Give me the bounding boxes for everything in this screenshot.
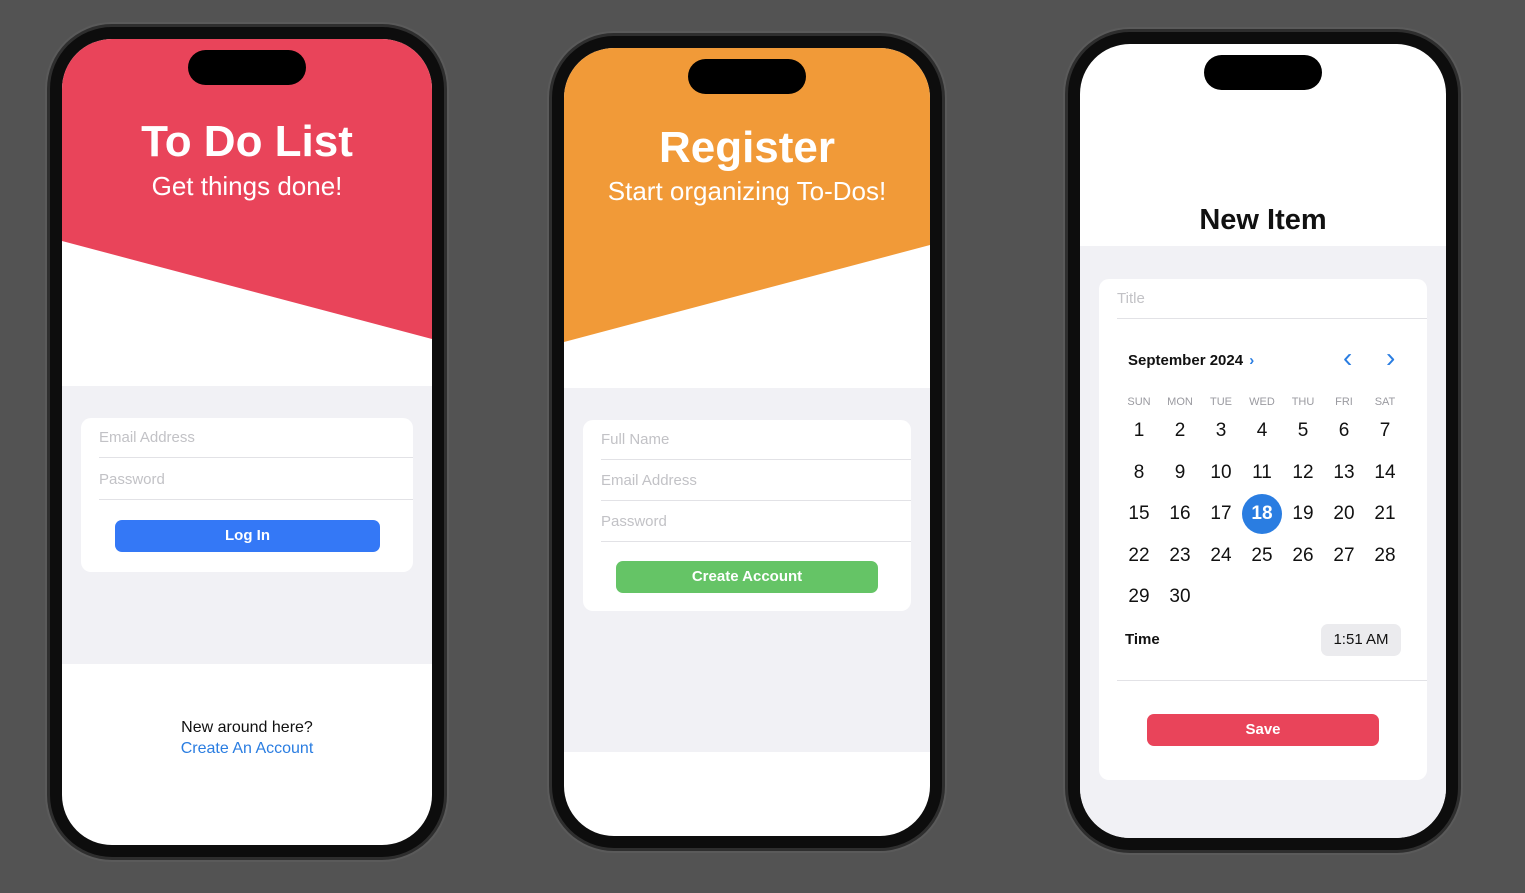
dynamic-island [188, 50, 306, 85]
calendar-day[interactable]: 27 [1324, 536, 1364, 576]
calendar-day[interactable]: 5 [1283, 411, 1323, 451]
title-field[interactable]: Title [1117, 279, 1427, 319]
login-button[interactable]: Log In [115, 520, 380, 552]
weekday-label: THU [1291, 396, 1315, 408]
register-form-area: Full Name Email Address Password Create … [564, 388, 930, 752]
calendar-day[interactable]: 7 [1365, 411, 1405, 451]
register-title: Register [658, 123, 836, 172]
chevron-right-icon: › [1249, 352, 1255, 369]
time-picker[interactable]: 1:51 AM [1321, 624, 1401, 656]
calendar-day[interactable]: 3 [1201, 411, 1241, 451]
phone-register: Register Start organizing To-Dos! Full N… [552, 36, 942, 848]
time-label: Time [1125, 631, 1160, 648]
calendar-day[interactable]: 1 [1119, 411, 1159, 451]
weekday-label: SUN [1127, 396, 1151, 408]
divider [1117, 680, 1427, 681]
calendar-day[interactable]: 28 [1365, 536, 1405, 576]
login-screen: To Do List Get things done! Email Addres… [62, 39, 432, 845]
dynamic-island [1204, 55, 1322, 90]
calendar-day[interactable]: 8 [1119, 453, 1159, 493]
calendar-day[interactable]: 20 [1324, 494, 1364, 534]
calendar-day[interactable]: 13 [1324, 453, 1364, 493]
email-field[interactable]: Email Address [99, 418, 413, 458]
calendar-day[interactable]: 21 [1365, 494, 1405, 534]
month-label: September 2024 [1128, 352, 1244, 369]
calendar-day[interactable]: 15 [1119, 494, 1159, 534]
register-form-card: Full Name Email Address Password Create … [583, 420, 911, 611]
calendar-day[interactable]: 17 [1201, 494, 1241, 534]
calendar-day[interactable]: 12 [1283, 453, 1323, 493]
calendar-day[interactable]: 24 [1201, 536, 1241, 576]
calendar-day[interactable]: 30 [1160, 577, 1200, 617]
phone-login: To Do List Get things done! Email Addres… [50, 27, 444, 857]
calendar-day[interactable]: 29 [1119, 577, 1159, 617]
weekday-label: SAT [1374, 396, 1396, 408]
login-form-area: Email Address Password Log In [62, 386, 432, 664]
calendar-day[interactable]: 26 [1283, 536, 1323, 576]
calendar-day[interactable]: 22 [1119, 536, 1159, 576]
next-month-button[interactable]: › [1386, 344, 1395, 372]
new-item-screen: New Item Title September 2024 › ‹ › SUN M… [1080, 44, 1446, 838]
password-field[interactable]: Password [601, 502, 911, 542]
calendar-day[interactable]: 14 [1365, 453, 1405, 493]
month-year-picker[interactable]: September 2024 › [1128, 352, 1254, 369]
calendar-day[interactable]: 9 [1160, 453, 1200, 493]
calendar-day[interactable]: 19 [1283, 494, 1323, 534]
register-screen: Register Start organizing To-Dos! Full N… [564, 48, 930, 836]
phone-new-item: New Item Title September 2024 › ‹ › SUN M… [1068, 32, 1458, 850]
calendar-day[interactable]: 10 [1201, 453, 1241, 493]
dynamic-island [688, 59, 806, 94]
calendar-day[interactable]: 23 [1160, 536, 1200, 576]
create-account-button[interactable]: Create Account [616, 561, 878, 593]
full-name-field[interactable]: Full Name [601, 420, 911, 460]
login-form-card: Email Address Password Log In [81, 418, 413, 572]
weekday-label: MON [1167, 396, 1193, 408]
calendar-day[interactable]: 16 [1160, 494, 1200, 534]
calendar-day[interactable]: 2 [1160, 411, 1200, 451]
previous-month-button[interactable]: ‹ [1343, 344, 1352, 372]
weekday-label: TUE [1210, 396, 1232, 408]
new-item-form-card: Title September 2024 › ‹ › SUN MON TUE WED T… [1099, 279, 1427, 780]
footer-text: New around here? [181, 719, 313, 736]
calendar-day[interactable]: 6 [1324, 411, 1364, 451]
new-item-title: New Item [1199, 204, 1327, 236]
weekday-label: WED [1249, 396, 1275, 408]
login-subtitle: Get things done! [151, 171, 343, 201]
calendar-day[interactable]: 4 [1242, 411, 1282, 451]
create-account-link[interactable]: Create An Account [62, 740, 432, 758]
save-button[interactable]: Save [1147, 714, 1379, 746]
password-field[interactable]: Password [99, 460, 413, 500]
calendar-day[interactable]: 11 [1242, 453, 1282, 493]
register-subtitle: Start organizing To-Dos! [607, 176, 887, 206]
weekday-label: FRI [1335, 396, 1353, 408]
login-title: To Do List [141, 117, 353, 166]
email-field[interactable]: Email Address [601, 461, 911, 501]
new-item-form-area: Title September 2024 › ‹ › SUN MON TUE WED T… [1080, 246, 1446, 838]
calendar-day[interactable]: 25 [1242, 536, 1282, 576]
calendar-day-selected[interactable]: 18 [1242, 494, 1282, 534]
